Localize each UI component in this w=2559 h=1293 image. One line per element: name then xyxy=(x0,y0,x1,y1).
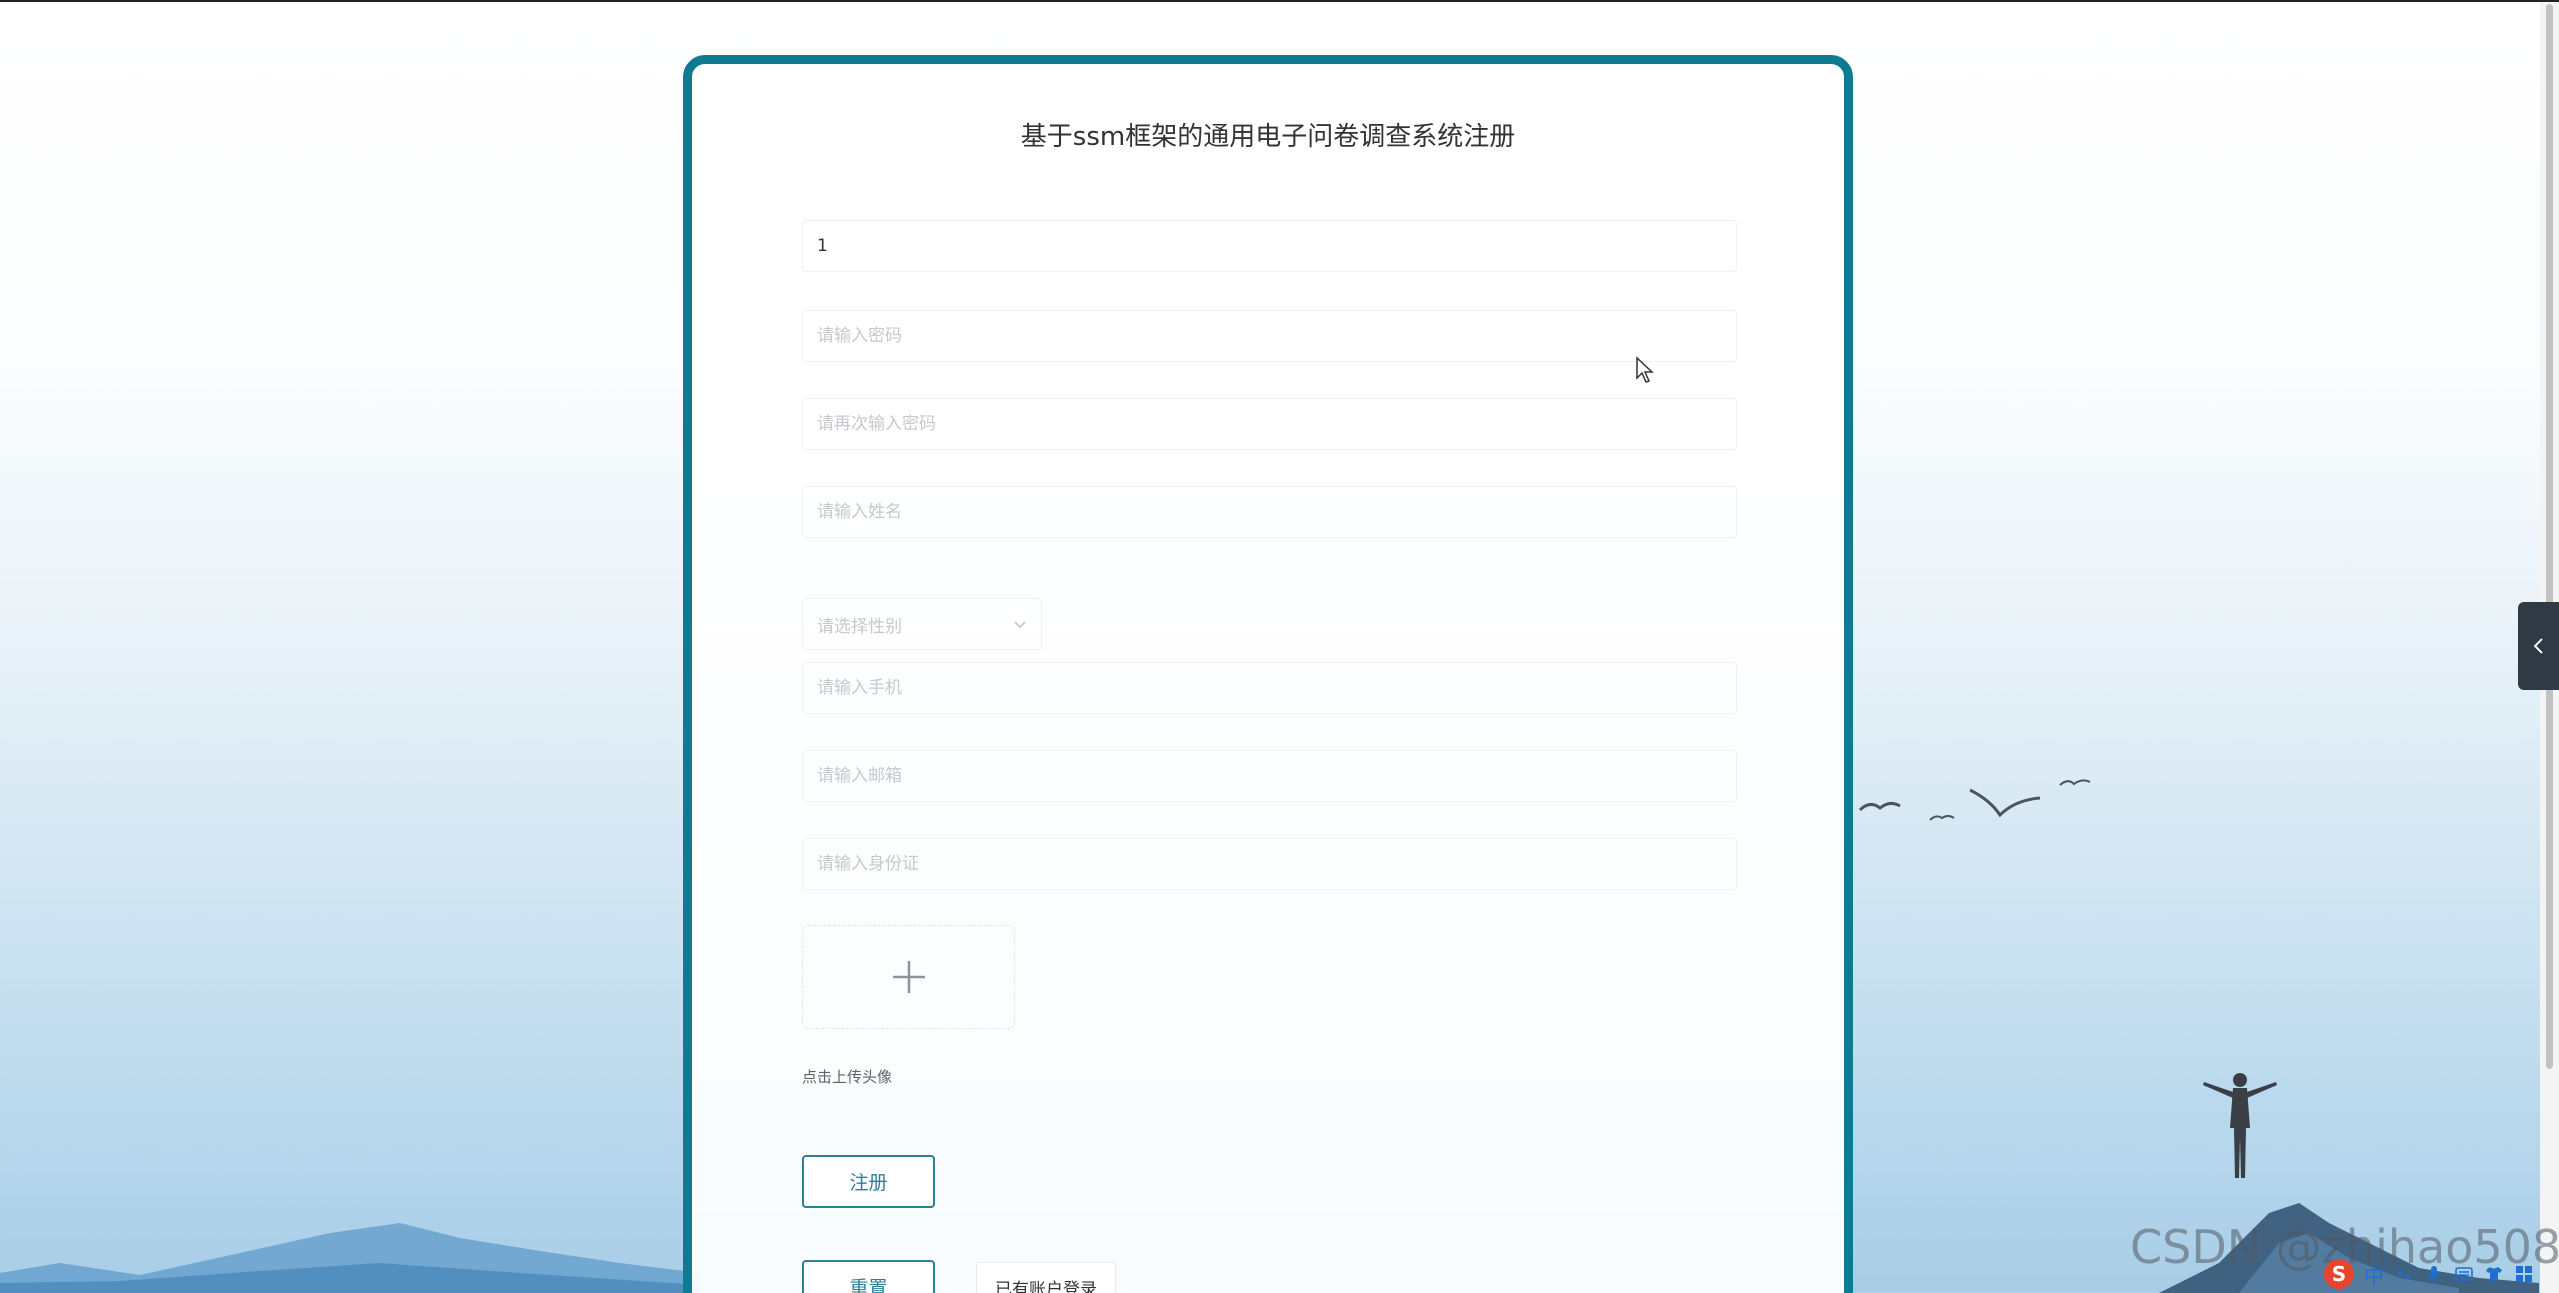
mouse-cursor-icon xyxy=(1636,356,1654,383)
register-card: 基于ssm框架的通用电子问卷调查系统注册 请选择性别 点击上传头像 注册 重置 … xyxy=(683,55,1853,1293)
person-silhouette-illustration xyxy=(2203,1073,2277,1178)
repassword-input[interactable] xyxy=(802,398,1737,450)
ime-mode-label[interactable]: 中 xyxy=(2364,1260,2384,1289)
gender-select-placeholder: 请选择性别 xyxy=(817,616,902,637)
upload-hint-text: 点击上传头像 xyxy=(802,1068,893,1086)
account-input[interactable] xyxy=(802,220,1737,272)
idcard-input[interactable] xyxy=(802,838,1737,890)
skin-shirt-icon[interactable] xyxy=(2484,1264,2504,1284)
background-mountains-left xyxy=(0,1223,700,1293)
avatar-upload[interactable] xyxy=(802,925,1015,1029)
page-title: 基于ssm框架的通用电子问卷调查系统注册 xyxy=(1020,122,1516,152)
side-panel-toggle[interactable] xyxy=(2518,602,2559,690)
gender-select[interactable]: 请选择性别 xyxy=(802,598,1042,650)
ime-logo[interactable]: S xyxy=(2324,1259,2354,1289)
birds-illustration xyxy=(1858,779,2091,821)
punctuation-icon[interactable] xyxy=(2394,1264,2414,1284)
chevron-down-icon xyxy=(1014,621,1026,629)
chevron-left-icon xyxy=(2533,638,2543,654)
window-top-border xyxy=(0,0,2559,2)
name-input[interactable] xyxy=(802,486,1737,538)
keyboard-icon[interactable] xyxy=(2454,1264,2474,1284)
register-button[interactable]: 注册 xyxy=(802,1155,935,1208)
plus-icon xyxy=(892,961,925,993)
email-input[interactable] xyxy=(802,750,1737,802)
grid-menu-icon[interactable] xyxy=(2514,1264,2534,1284)
reset-button[interactable]: 重置 xyxy=(802,1260,935,1293)
scrollbar-thumb[interactable] xyxy=(2546,4,2553,1069)
ime-toolbar: S 中 xyxy=(2318,1258,2559,1290)
phone-input[interactable] xyxy=(802,662,1737,714)
login-link-button[interactable]: 已有账户登录 xyxy=(976,1262,1116,1293)
password-input[interactable] xyxy=(802,310,1737,362)
microphone-icon[interactable] xyxy=(2424,1264,2444,1284)
